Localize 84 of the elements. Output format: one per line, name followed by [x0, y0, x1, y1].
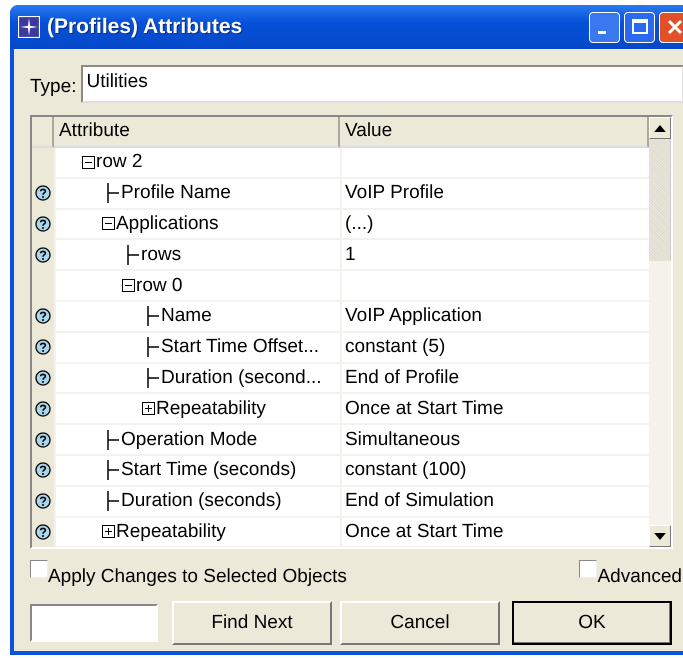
scroll-thumb[interactable]: [649, 139, 671, 261]
table-row[interactable]: rows 1: [32, 240, 649, 272]
checkbox-label[interactable]: Advanced: [597, 566, 682, 588]
help-icon[interactable]: [35, 185, 51, 202]
close-button[interactable]: [659, 12, 683, 42]
table-row[interactable]: Operation Mode Simultaneous: [32, 425, 649, 456]
maximize-icon: [630, 17, 650, 37]
attribute-value: Once at Start Time: [345, 520, 504, 543]
type-label: Type:: [30, 75, 76, 98]
table-row[interactable]: Duration (second... End of Profile: [32, 364, 649, 394]
help-icon[interactable]: [35, 246, 51, 263]
tree-connector-icon: [127, 244, 141, 265]
help-icon[interactable]: [35, 524, 51, 540]
attribute-value: End of Profile: [345, 366, 460, 389]
table-row[interactable]: Start Time Offset... constant (5): [32, 332, 649, 364]
dialog-button[interactable]: OK: [512, 601, 672, 645]
table-row[interactable]: Duration (seconds) End of Simulation: [32, 486, 649, 518]
maximize-button[interactable]: [624, 12, 655, 42]
tree-connector-icon: [147, 368, 161, 388]
attribute-name: Duration (seconds): [121, 490, 282, 512]
table-row[interactable]: Applications (...): [32, 210, 649, 240]
tree-connector-icon: [107, 491, 121, 512]
collapse-icon[interactable]: [102, 217, 115, 230]
table-row[interactable]: Name VoIP Application: [32, 302, 649, 333]
help-icon[interactable]: [35, 339, 51, 356]
column-header[interactable]: Value: [340, 117, 649, 148]
help-icon[interactable]: [35, 432, 51, 448]
help-icon[interactable]: [35, 400, 51, 417]
minimize-icon: [598, 30, 606, 34]
attribute-value: VoIP Application: [345, 305, 482, 328]
dialog-button[interactable]: Cancel: [340, 601, 500, 645]
tree-connector-icon: [147, 337, 161, 358]
search-field[interactable]: [30, 604, 158, 642]
tree-connector-icon: [107, 430, 121, 450]
attribute-value: Simultaneous: [345, 428, 460, 451]
column-header[interactable]: Attribute: [54, 117, 340, 148]
attribute-value: End of Simulation: [345, 490, 494, 512]
table-row[interactable]: Repeatability Once at Start Time: [32, 394, 649, 426]
table-row[interactable]: Start Time (seconds) constant (100): [32, 456, 649, 487]
expand-icon[interactable]: [142, 402, 155, 416]
checkbox[interactable]: [30, 560, 48, 578]
attribute-name: Operation Mode: [121, 428, 258, 451]
attribute-value: VoIP Profile: [345, 182, 444, 204]
collapse-icon[interactable]: [122, 279, 135, 292]
attribute-name: Repeatability: [156, 398, 266, 420]
attribute-name: Profile Name: [121, 182, 231, 204]
attribute-name: Start Time (seconds): [121, 459, 296, 482]
help-icon[interactable]: [35, 493, 51, 510]
attribute-name: Applications: [116, 212, 218, 235]
checkbox[interactable]: [579, 560, 598, 578]
attribute-name: rows: [141, 244, 182, 266]
help-icon[interactable]: [35, 308, 51, 324]
attribute-value: constant (5): [345, 336, 446, 358]
tree-connector-icon: [107, 183, 121, 204]
minimize-button[interactable]: [589, 12, 620, 42]
window-title: (Profiles) Attributes: [47, 15, 244, 39]
type-field[interactable]: Utilities: [81, 65, 683, 103]
collapse-icon[interactable]: [82, 156, 95, 169]
attribute-name: Name: [161, 305, 212, 328]
attribute-name: row 2: [96, 151, 142, 174]
dialog-button[interactable]: Find Next: [172, 601, 332, 645]
attribute-name: row 0: [136, 274, 182, 297]
scroll-up-button[interactable]: [649, 117, 671, 139]
attribute-name: Repeatability: [116, 520, 226, 543]
attribute-value: constant (100): [345, 459, 466, 482]
tree-connector-icon: [147, 306, 161, 326]
triangle-up-icon: [654, 124, 666, 132]
attribute-value: 1: [345, 244, 356, 266]
attribute-name: Duration (second...: [161, 366, 322, 389]
attribute-name: Start Time Offset...: [161, 336, 320, 358]
attribute-value: Once at Start Time: [345, 398, 504, 420]
table-row[interactable]: Repeatability Once at Start Time: [32, 518, 649, 547]
attribute-value: (...): [345, 212, 374, 235]
scroll-down-button[interactable]: [649, 525, 671, 547]
tree-connector-icon: [107, 460, 121, 480]
expand-icon[interactable]: [102, 525, 115, 538]
help-icon[interactable]: [35, 370, 51, 386]
help-icon[interactable]: [35, 462, 51, 478]
star-icon: [18, 16, 40, 38]
table-row[interactable]: Profile Name VoIP Profile: [32, 178, 649, 210]
help-icon[interactable]: [35, 216, 51, 232]
triangle-down-icon: [654, 532, 666, 540]
checkbox-label[interactable]: Apply Changes to Selected Objects: [48, 566, 347, 588]
scrollbar[interactable]: [649, 117, 671, 547]
